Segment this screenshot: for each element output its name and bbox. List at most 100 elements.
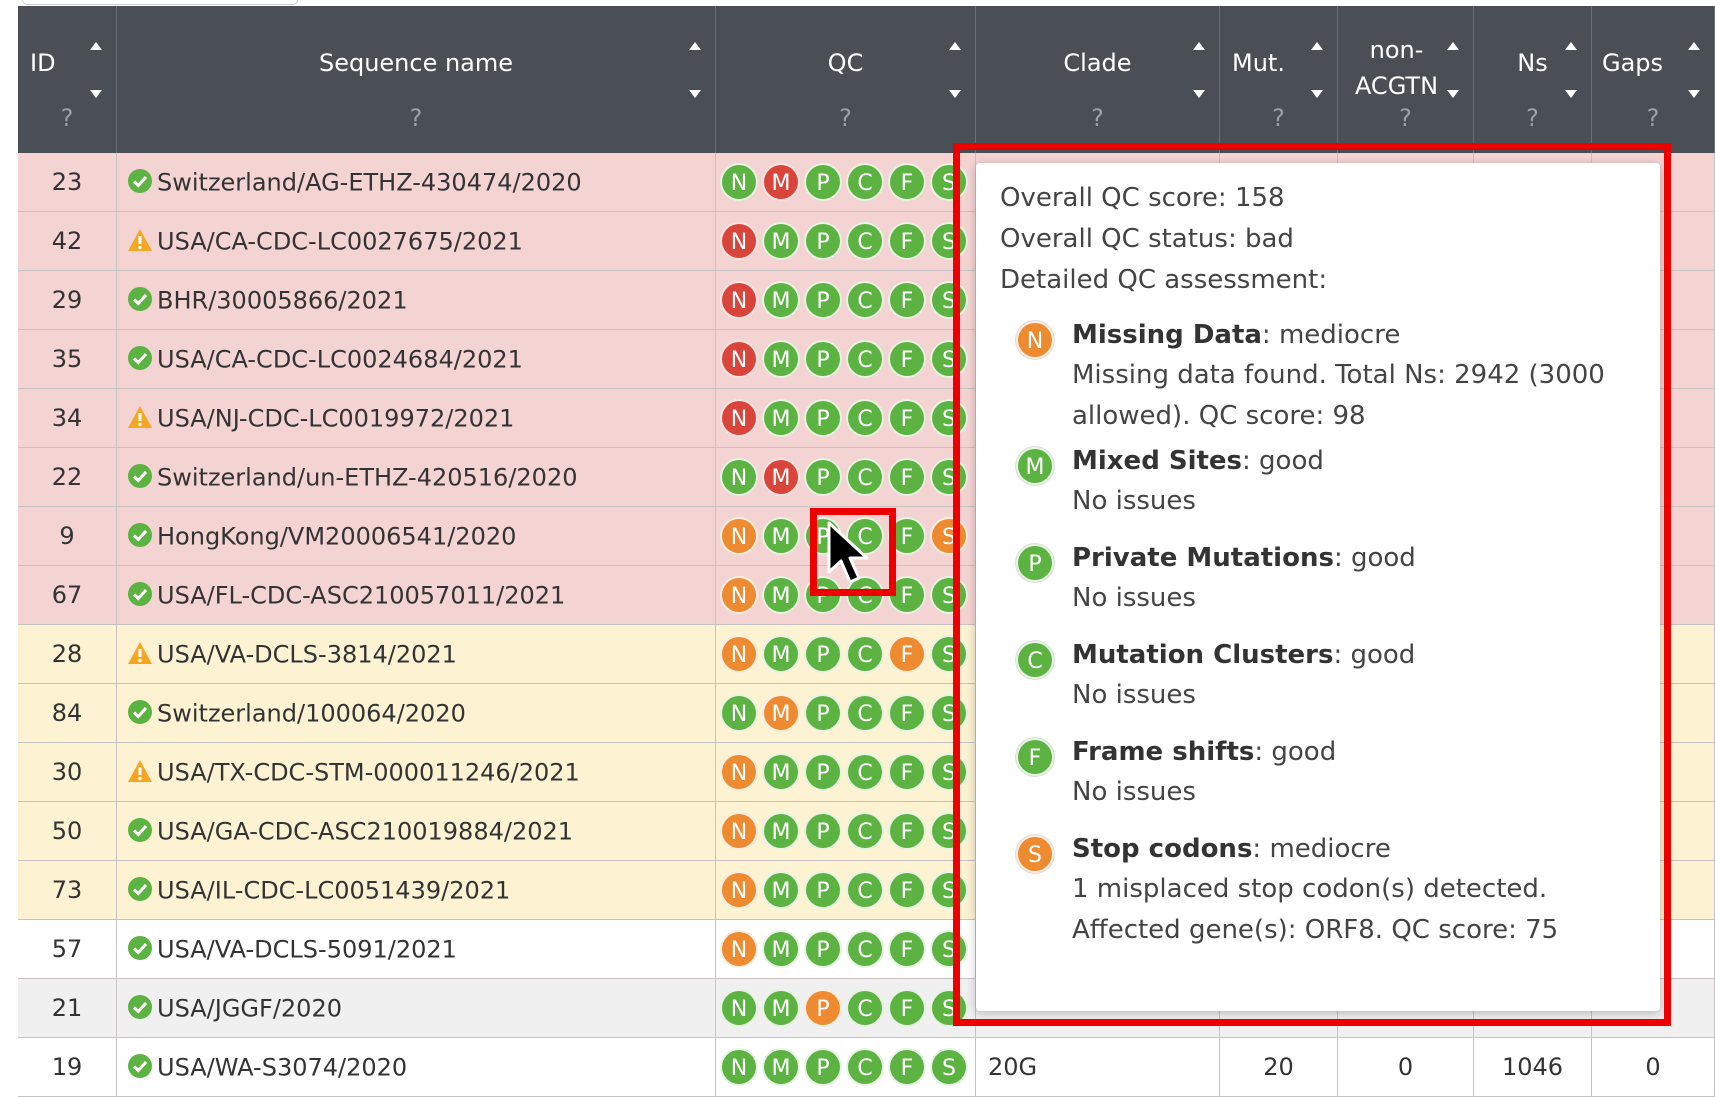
- qc-badge-n[interactable]: N: [720, 458, 758, 496]
- qc-badge-f[interactable]: F: [888, 458, 926, 496]
- qc-badge-c[interactable]: C: [846, 163, 884, 201]
- qc-badge-n[interactable]: N: [720, 222, 758, 260]
- qc-badge-p[interactable]: P: [804, 930, 842, 968]
- qc-badge-c[interactable]: C: [846, 635, 884, 673]
- column-header-non-acgtn[interactable]: non- ACGTN?: [1338, 6, 1474, 153]
- qc-badge-f[interactable]: F: [888, 812, 926, 850]
- qc-badge-p[interactable]: P: [804, 458, 842, 496]
- qc-badge-n[interactable]: N: [720, 340, 758, 378]
- column-header-clade[interactable]: Clade?: [976, 6, 1220, 153]
- qc-badge-c[interactable]: C: [846, 1048, 884, 1086]
- qc-badge-m[interactable]: M: [762, 930, 800, 968]
- qc-badge-m[interactable]: M: [762, 281, 800, 319]
- qc-badge-c[interactable]: C: [846, 281, 884, 319]
- qc-badge-f[interactable]: F: [888, 753, 926, 791]
- qc-badge-c[interactable]: C: [846, 930, 884, 968]
- qc-badge-p[interactable]: P: [804, 399, 842, 437]
- qc-badge-p[interactable]: P: [804, 635, 842, 673]
- qc-badge-f[interactable]: F: [888, 399, 926, 437]
- qc-badge-n[interactable]: N: [720, 930, 758, 968]
- column-header-id[interactable]: ID?: [18, 6, 117, 153]
- column-help-icon[interactable]: ?: [716, 104, 975, 132]
- qc-badge-n[interactable]: N: [720, 1048, 758, 1086]
- column-header-sequence-name[interactable]: Sequence name?: [117, 6, 716, 153]
- qc-badge-p[interactable]: P: [804, 163, 842, 201]
- qc-badge-n[interactable]: N: [720, 989, 758, 1027]
- qc-badge-s[interactable]: S: [930, 1048, 968, 1086]
- qc-badge-m[interactable]: M: [762, 340, 800, 378]
- qc-badge-m[interactable]: M: [762, 399, 800, 437]
- sort-descending-icon[interactable]: [689, 90, 701, 98]
- qc-badge-p[interactable]: P: [804, 281, 842, 319]
- sort-descending-icon[interactable]: [1311, 90, 1323, 98]
- qc-badge-m[interactable]: M: [762, 222, 800, 260]
- qc-badge-c[interactable]: C: [846, 399, 884, 437]
- sort-descending-icon[interactable]: [1565, 90, 1577, 98]
- qc-badge-c[interactable]: C: [846, 753, 884, 791]
- qc-badge-f[interactable]: F: [888, 635, 926, 673]
- qc-badge-n[interactable]: N: [720, 399, 758, 437]
- qc-badge-n[interactable]: N: [720, 694, 758, 732]
- qc-badge-m[interactable]: M: [762, 163, 800, 201]
- qc-badge-m[interactable]: M: [762, 871, 800, 909]
- qc-badge-f[interactable]: F: [888, 222, 926, 260]
- column-help-icon[interactable]: ?: [18, 104, 116, 132]
- qc-badge-f[interactable]: F: [888, 163, 926, 201]
- qc-badge-f[interactable]: F: [888, 989, 926, 1027]
- sort-ascending-icon[interactable]: [689, 42, 701, 50]
- qc-badge-m[interactable]: M: [762, 989, 800, 1027]
- sort-descending-icon[interactable]: [1193, 90, 1205, 98]
- sort-ascending-icon[interactable]: [1447, 42, 1459, 50]
- sort-descending-icon[interactable]: [90, 90, 102, 98]
- qc-badge-n[interactable]: N: [720, 281, 758, 319]
- column-help-icon[interactable]: ?: [117, 104, 715, 132]
- qc-badge-c[interactable]: C: [846, 458, 884, 496]
- qc-badge-p[interactable]: P: [804, 989, 842, 1027]
- qc-badge-n[interactable]: N: [720, 812, 758, 850]
- qc-badge-f[interactable]: F: [888, 340, 926, 378]
- qc-badge-c[interactable]: C: [846, 989, 884, 1027]
- column-header-gaps[interactable]: Gaps?: [1592, 6, 1715, 153]
- qc-badge-n[interactable]: N: [720, 871, 758, 909]
- qc-badge-p[interactable]: P: [804, 222, 842, 260]
- qc-badge-c[interactable]: C: [846, 340, 884, 378]
- sort-ascending-icon[interactable]: [949, 42, 961, 50]
- qc-badge-p[interactable]: P: [804, 340, 842, 378]
- column-help-icon[interactable]: ?: [1592, 104, 1714, 132]
- column-header-mut[interactable]: Mut.?: [1220, 6, 1338, 153]
- qc-badge-p[interactable]: P: [804, 753, 842, 791]
- qc-badge-p[interactable]: P: [804, 871, 842, 909]
- table-row[interactable]: 19 USA/WA-S3074/2020 N M P C F S 20G 20 0 1046 0: [18, 1038, 1715, 1097]
- qc-badge-m[interactable]: M: [762, 576, 800, 614]
- sort-ascending-icon[interactable]: [90, 42, 102, 50]
- qc-badge-c[interactable]: C: [846, 871, 884, 909]
- qc-badge-f[interactable]: F: [888, 694, 926, 732]
- sort-descending-icon[interactable]: [1688, 90, 1700, 98]
- qc-badge-m[interactable]: M: [762, 635, 800, 673]
- sort-ascending-icon[interactable]: [1688, 42, 1700, 50]
- qc-badge-n[interactable]: N: [720, 163, 758, 201]
- sort-ascending-icon[interactable]: [1193, 42, 1205, 50]
- qc-badge-p[interactable]: P: [804, 1048, 842, 1086]
- column-header-ns[interactable]: Ns?: [1474, 6, 1592, 153]
- qc-badge-m[interactable]: M: [762, 458, 800, 496]
- qc-badge-f[interactable]: F: [888, 871, 926, 909]
- column-help-icon[interactable]: ?: [976, 104, 1219, 132]
- qc-badge-c[interactable]: C: [846, 812, 884, 850]
- column-help-icon[interactable]: ?: [1474, 104, 1591, 132]
- qc-badge-f[interactable]: F: [888, 1048, 926, 1086]
- qc-badge-m[interactable]: M: [762, 1048, 800, 1086]
- sort-ascending-icon[interactable]: [1311, 42, 1323, 50]
- qc-badge-m[interactable]: M: [762, 812, 800, 850]
- qc-badge-c[interactable]: C: [846, 222, 884, 260]
- qc-badge-p[interactable]: P: [804, 812, 842, 850]
- sort-descending-icon[interactable]: [949, 90, 961, 98]
- qc-badge-m[interactable]: M: [762, 694, 800, 732]
- qc-badge-m[interactable]: M: [762, 753, 800, 791]
- column-header-qc[interactable]: QC?: [716, 6, 976, 153]
- qc-badge-f[interactable]: F: [888, 930, 926, 968]
- qc-badge-c[interactable]: C: [846, 694, 884, 732]
- qc-badge-p[interactable]: P: [804, 694, 842, 732]
- qc-badge-n[interactable]: N: [720, 576, 758, 614]
- column-help-icon[interactable]: ?: [1338, 104, 1473, 132]
